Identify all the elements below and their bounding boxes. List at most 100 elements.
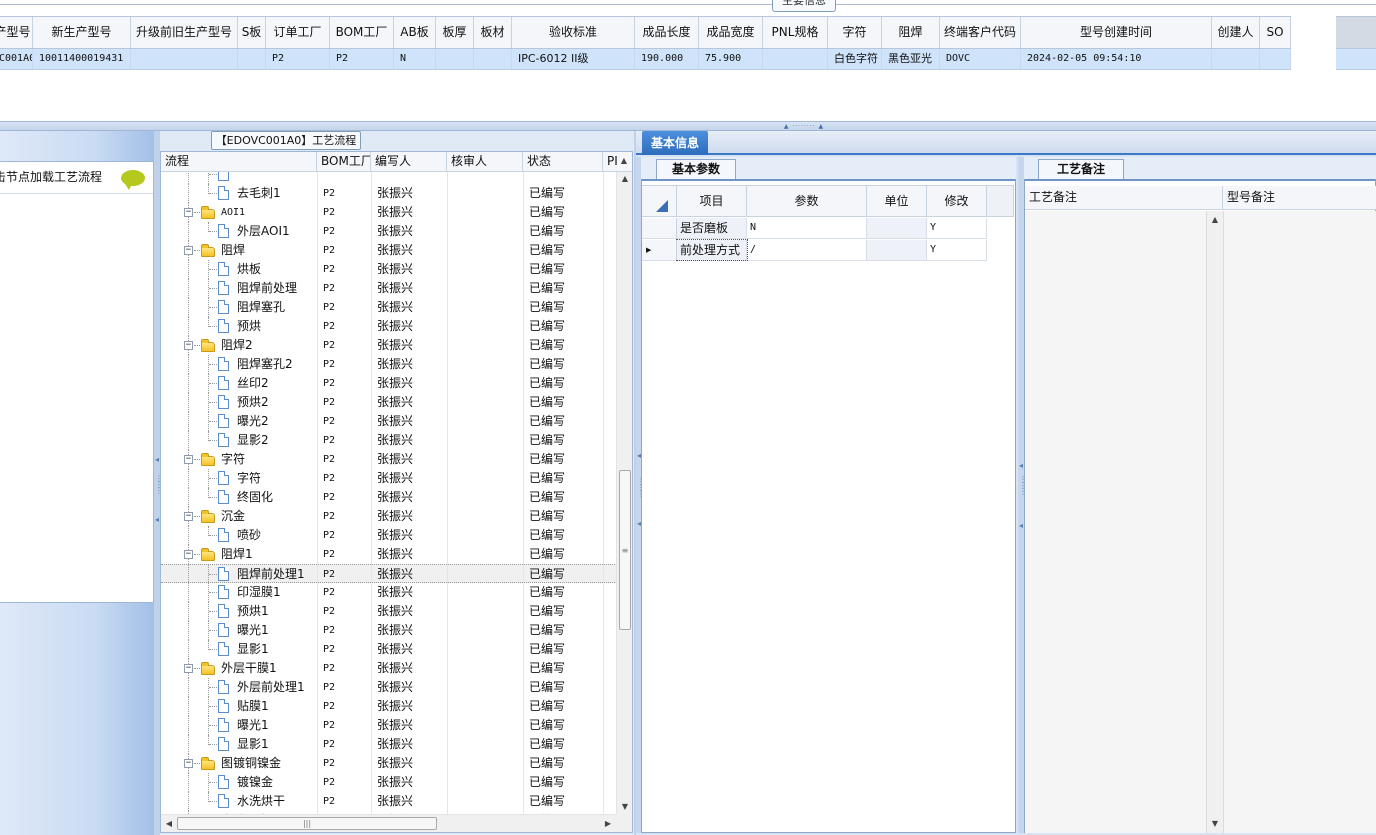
tree-row[interactable]: 丝印2 P2 张振兴 已编写	[161, 374, 616, 393]
param-modify-cell[interactable]: Y	[927, 218, 987, 238]
column-header[interactable]: SO	[1260, 17, 1291, 48]
tree-node[interactable]: 镀镍金	[161, 773, 317, 792]
tree-node[interactable]: − AOI1	[161, 203, 317, 222]
remark-scrollbar[interactable]: ▲ ▼	[1207, 211, 1223, 833]
scroll-down-icon[interactable]: ▼	[617, 800, 632, 814]
row-indicator[interactable]	[642, 218, 677, 238]
param-modify-cell[interactable]: Y	[927, 240, 987, 260]
collapse-left-icon[interactable]: ◂	[637, 452, 641, 460]
tab-process-remarks[interactable]: 工艺备注	[1038, 159, 1124, 179]
splitter-grip-icon[interactable]: ▲ ········ ▲	[772, 124, 836, 130]
remarks-column-header[interactable]: 工艺备注	[1025, 186, 1223, 209]
scroll-thumb[interactable]: |||	[177, 817, 437, 830]
collapse-left-icon[interactable]: ◂	[155, 516, 159, 524]
table-row[interactable]: ▶ 前处理方式 / Y	[642, 239, 987, 261]
tree-row[interactable]: 预烘 P2 张振兴 已编写	[161, 317, 616, 336]
table-cell[interactable]: N	[394, 49, 436, 69]
table-cell[interactable]	[1212, 49, 1260, 69]
horizontal-scrollbar[interactable]: ◀ ||| ▶	[161, 814, 616, 832]
tree-row[interactable]: 镀镍金 P2 张振兴 已编写	[161, 773, 616, 792]
table-cell[interactable]: 75.900	[699, 49, 763, 69]
tree-node[interactable]: 预烘2	[161, 393, 317, 412]
tree-row[interactable]: 去毛刺1 P2 张振兴 已编写	[161, 184, 616, 203]
table-cell[interactable]: P2	[330, 49, 394, 69]
column-header[interactable]: 新生产型号	[33, 17, 131, 48]
params-column-header[interactable]: 项目	[677, 186, 747, 216]
table-cell[interactable]	[1260, 49, 1291, 69]
table-cell[interactable]: C001A0	[0, 49, 33, 69]
param-param-cell[interactable]: /	[747, 240, 867, 260]
tree-row[interactable]: 阻焊塞孔 P2 张振兴 已编写	[161, 298, 616, 317]
tree-node[interactable]: − 阻焊1	[161, 545, 317, 564]
tree-node[interactable]: 烘板	[161, 260, 317, 279]
tree-node[interactable]: 外层前处理1	[161, 678, 317, 697]
column-header[interactable]: 型号创建时间	[1021, 17, 1212, 48]
column-header[interactable]: 板材	[474, 17, 512, 48]
param-item-cell[interactable]: 前处理方式	[676, 239, 748, 261]
tree-node[interactable]: − 阻焊2	[161, 336, 317, 355]
tree-node[interactable]: 显影1	[161, 735, 317, 754]
tab-basic-info[interactable]: 基本信息	[642, 131, 708, 155]
tree-row[interactable]: 阻焊前处理 P2 张振兴 已编写	[161, 279, 616, 298]
tree-column-header[interactable]: BOM工厂	[317, 152, 371, 171]
tab-basic-params[interactable]: 基本参数	[656, 159, 736, 179]
table-cell[interactable]: 190.000	[635, 49, 699, 69]
tree-column-header[interactable]: 核审人	[447, 152, 523, 171]
param-unit-cell[interactable]	[867, 218, 927, 238]
tree-node[interactable]: 字符	[161, 469, 317, 488]
column-header[interactable]: 字符	[828, 17, 882, 48]
tree-node[interactable]: 贴膜1	[161, 697, 317, 716]
tree-row[interactable]: 字符 P2 张振兴 已编写	[161, 469, 616, 488]
scroll-thumb[interactable]: ≡	[619, 470, 631, 630]
vertical-scrollbar[interactable]: ▲ ≡ ▼	[616, 172, 632, 814]
table-row[interactable]: C001A0 10011400019431 P2 P2 N IPC-6012 II级 190…	[0, 49, 1291, 70]
tree-row[interactable]: 终固化 P2 张振兴 已编写	[161, 488, 616, 507]
tree-node[interactable]: 印湿膜1	[161, 583, 317, 602]
tree-node[interactable]: 丝印2	[161, 374, 317, 393]
tree-row[interactable]: 曝光2 P2 张振兴 已编写	[161, 412, 616, 431]
collapse-toggle-icon[interactable]: −	[184, 455, 193, 464]
model-remark-field[interactable]	[1223, 211, 1376, 833]
table-cell[interactable]	[474, 49, 512, 69]
tree-node[interactable]: 阻焊塞孔2	[161, 355, 317, 374]
params-column-header[interactable]: 参数	[747, 186, 867, 216]
tree-node[interactable]: 终固化	[161, 488, 317, 507]
collapse-left-icon[interactable]: ◂	[637, 520, 641, 528]
param-param-cell[interactable]: N	[747, 218, 867, 238]
column-header[interactable]: 终端客户代码	[940, 17, 1021, 48]
table-cell[interactable]: 2024-02-05 09:54:10	[1021, 49, 1212, 69]
column-header[interactable]: BOM工厂	[330, 17, 394, 48]
tree-row[interactable]: 曝光1 P2 张振兴 已编写	[161, 716, 616, 735]
tree-node[interactable]: 去毛刺1	[161, 184, 317, 203]
tree-row[interactable]: − 图镀铜镍金 P2 张振兴 已编写	[161, 754, 616, 773]
chat-bubble-icon[interactable]	[121, 170, 145, 190]
process-remark-field[interactable]	[1025, 211, 1207, 833]
params-column-header[interactable]: 修改	[927, 186, 987, 216]
tree-row[interactable]: 显影2 P2 张振兴 已编写	[161, 431, 616, 450]
remarks-column-header[interactable]: 型号备注	[1223, 186, 1376, 209]
tree-node[interactable]: 预烘1	[161, 602, 317, 621]
scroll-up-icon[interactable]: ▲	[617, 172, 632, 186]
collapse-toggle-icon[interactable]: −	[184, 341, 193, 350]
scroll-down-icon[interactable]: ▼	[1207, 817, 1223, 831]
tree-node[interactable]: 曝光1	[161, 716, 317, 735]
tree-node[interactable]: 阻焊塞孔	[161, 298, 317, 317]
tree-row[interactable]: 外层前处理1 P2 张振兴 已编写	[161, 678, 616, 697]
tree-row[interactable]: − AOI1 P2 张振兴 已编写	[161, 203, 616, 222]
main-info-tab[interactable]: 主要信息	[772, 0, 836, 12]
table-cell[interactable]	[436, 49, 474, 69]
tree-node[interactable]: 显影1	[161, 640, 317, 659]
tree-node[interactable]: 水洗烘干	[161, 792, 317, 811]
tree-node[interactable]: 阻焊前处理1	[161, 565, 317, 584]
collapse-toggle-icon[interactable]: −	[184, 246, 193, 255]
tree-row[interactable]: 预烘1 P2 张振兴 已编写	[161, 602, 616, 621]
tree-row[interactable]: 显影1 P2 张振兴 已编写	[161, 735, 616, 754]
tree-node[interactable]: 阻焊前处理	[161, 279, 317, 298]
column-header[interactable]: 验收标准	[512, 17, 635, 48]
table-cell[interactable]: 黑色亚光	[882, 49, 940, 69]
column-header[interactable]: 订单工厂	[266, 17, 330, 48]
tree-row[interactable]: − 阻焊2 P2 张振兴 已编写	[161, 336, 616, 355]
tree-column-header[interactable]: 流程	[161, 152, 317, 171]
table-cell[interactable]: P2	[266, 49, 330, 69]
table-cell[interactable]	[763, 49, 828, 69]
